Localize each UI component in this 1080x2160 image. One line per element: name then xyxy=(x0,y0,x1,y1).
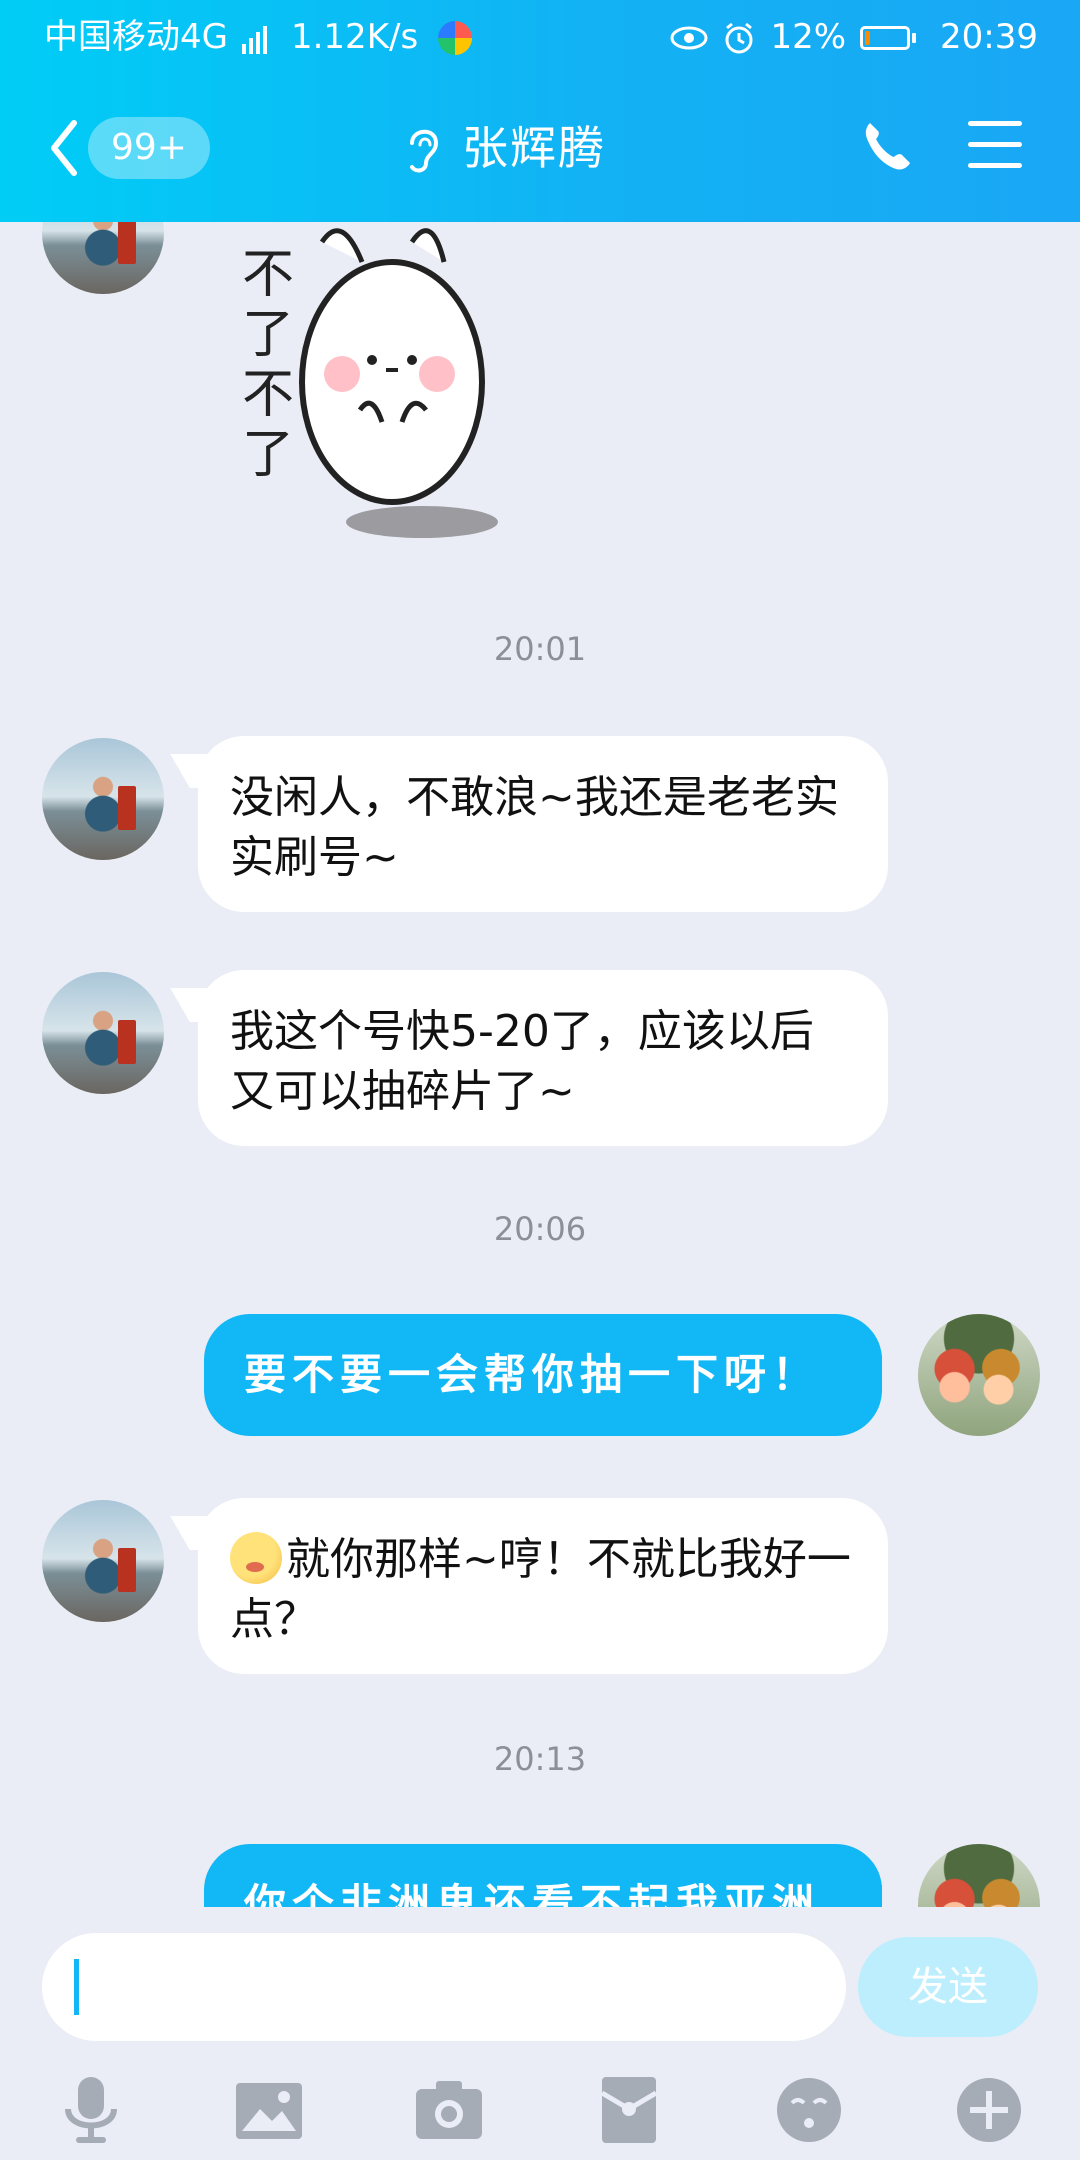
clock: 20:39 xyxy=(940,17,1038,57)
eye-icon xyxy=(670,26,708,49)
bunny-sticker[interactable]: 不 了 不 了 xyxy=(222,222,552,542)
emoji-icon[interactable] xyxy=(774,2075,844,2145)
chat-title: 张辉腾 xyxy=(462,121,606,175)
send-button[interactable]: 发送 xyxy=(858,1937,1038,2037)
image-icon[interactable] xyxy=(234,2075,304,2145)
network-speed: 1.12K/s xyxy=(290,17,419,57)
text-cursor xyxy=(74,1959,79,2015)
my-avatar[interactable] xyxy=(918,1844,1040,1907)
contact-avatar[interactable] xyxy=(42,972,164,1094)
outgoing-message[interactable]: 你个非洲鬼还看不起我亚洲 xyxy=(204,1844,882,1907)
back-arrow-icon[interactable] xyxy=(44,115,84,181)
incoming-message[interactable]: 就你那样~哼！不就比我好一点？ xyxy=(198,1498,888,1674)
battery-icon xyxy=(860,25,917,50)
nav-bar: 99+ 张辉腾 xyxy=(0,75,1080,222)
alarm-icon xyxy=(725,22,753,53)
svg-text:不: 不 xyxy=(242,245,294,305)
top-bar: 中国移动4G 1.12K/s 12% 20:39 99+ 张辉腾 xyxy=(0,0,1080,222)
chat-screen: 中国移动4G 1.12K/s 12% 20:39 99+ 张辉腾 不 了 不 了… xyxy=(0,0,1080,2160)
carrier-label: 中国移动4G xyxy=(44,17,228,57)
svg-text:了: 了 xyxy=(242,305,294,365)
phone-icon[interactable] xyxy=(858,117,916,175)
timestamp: 20:06 xyxy=(493,1210,587,1248)
contact-avatar[interactable] xyxy=(42,222,164,294)
contact-avatar[interactable] xyxy=(42,1500,164,1622)
battery-percent: 12% xyxy=(770,17,847,57)
message-list[interactable]: 不 了 不 了 20:01 没闲人，不敢浪~我还是老老实实刷号~ 我这个号快5-… xyxy=(0,222,1080,1907)
unread-badge[interactable]: 99+ xyxy=(88,117,210,179)
timestamp: 20:01 xyxy=(493,630,587,668)
camera-icon[interactable] xyxy=(414,2075,484,2145)
menu-icon[interactable] xyxy=(968,121,1022,171)
message-input[interactable] xyxy=(42,1933,846,2041)
message-text: 就你那样~哼！不就比我好一点？ xyxy=(230,1534,851,1645)
mic-icon[interactable] xyxy=(56,2075,126,2145)
signal-icon xyxy=(241,22,267,54)
my-avatar[interactable] xyxy=(918,1314,1040,1436)
app-notification-icon xyxy=(438,20,473,55)
ear-icon[interactable] xyxy=(402,123,442,175)
svg-text:了: 了 xyxy=(242,425,294,485)
input-toolbar xyxy=(0,2067,1080,2160)
contact-avatar[interactable] xyxy=(42,738,164,860)
timestamp: 20:13 xyxy=(493,1740,587,1778)
incoming-message[interactable]: 我这个号快5-20了，应该以后又可以抽碎片了~ xyxy=(198,970,888,1146)
pouting-face-icon xyxy=(230,1532,282,1584)
red-packet-icon[interactable] xyxy=(594,2075,664,2145)
svg-text:不: 不 xyxy=(242,365,294,425)
status-bar: 中国移动4G 1.12K/s 12% 20:39 xyxy=(0,0,1080,75)
plus-icon[interactable] xyxy=(954,2075,1024,2145)
input-area: 发送 xyxy=(0,1907,1080,2160)
incoming-message[interactable]: 没闲人，不敢浪~我还是老老实实刷号~ xyxy=(198,736,888,912)
outgoing-message[interactable]: 要不要一会帮你抽一下呀！ xyxy=(204,1314,882,1436)
